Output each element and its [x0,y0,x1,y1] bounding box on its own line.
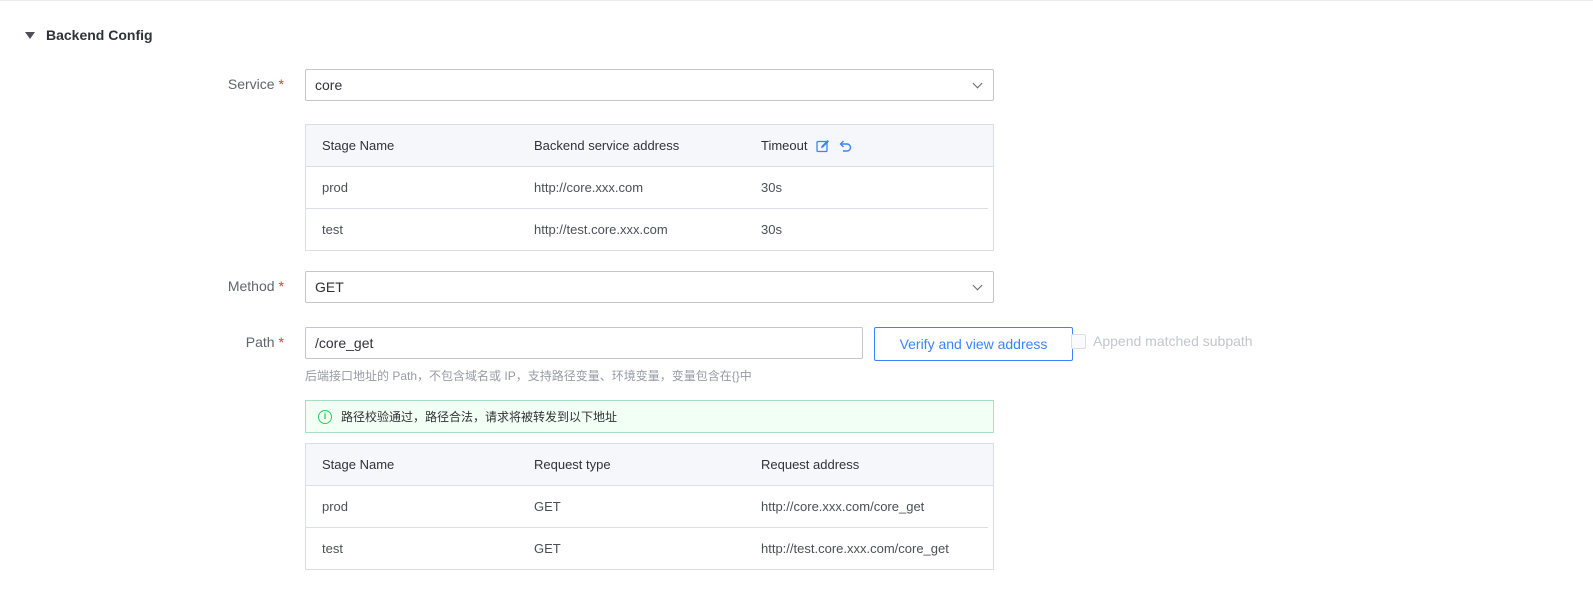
backend-service-table: Stage Name Backend service address Timeo… [305,124,994,251]
section-header[interactable]: Backend Config [25,25,153,45]
alert-message: 路径校验通过，路径合法，请求将被转发到以下地址 [341,410,618,424]
method-select[interactable]: GET [305,271,994,303]
top-divider [0,0,1593,1]
info-circle-icon: i [318,409,332,424]
undo-icon[interactable] [837,138,853,154]
header-stage-name: Stage Name [322,457,395,472]
table-header: Stage Name Backend service address Timeo… [306,125,993,167]
cell-address: http://core.xxx.com [534,180,644,195]
append-subpath-label: Append matched subpath [1093,333,1253,349]
method-label: Method * [228,270,284,302]
cell-stage: test [322,222,343,237]
service-label: Service * [228,68,284,100]
cell-timeout: 30s [761,180,782,195]
path-label: Path * [246,326,284,358]
table-row: test http://test.core.xxx.com 30s [306,209,993,250]
path-label-text: Path [245,334,275,350]
header-backend-address: Backend service address [534,138,680,153]
header-timeout-label: Timeout [761,138,808,153]
cell-stage: test [322,541,343,556]
path-input[interactable] [305,327,863,359]
header-stage-name: Stage Name [322,138,395,153]
append-subpath-checkbox[interactable]: Append matched subpath [1071,333,1253,349]
header-request-type: Request type [534,457,611,472]
header-request-address: Request address [761,457,860,472]
chevron-down-icon [972,280,983,290]
service-select-value: core [315,77,343,93]
required-mark: * [278,76,284,92]
cell-type: GET [534,541,561,556]
chevron-down-icon [972,78,983,88]
service-select[interactable]: core [305,69,994,101]
method-select-value: GET [315,279,344,295]
table-row: prod http://core.xxx.com 30s [306,167,988,209]
verify-address-button[interactable]: Verify and view address [874,327,1073,361]
cell-stage: prod [322,180,349,195]
request-address-table: Stage Name Request type Request address … [305,443,994,570]
path-input-field[interactable] [306,328,862,358]
service-label-text: Service [227,76,275,92]
checkbox-box[interactable] [1071,333,1086,349]
table-row: prod GET http://core.xxx.com/core_get [306,486,988,528]
success-alert: i 路径校验通过，路径合法，请求将被转发到以下地址 [305,400,994,433]
cell-address: http://test.core.xxx.com/core_get [761,541,949,556]
cell-timeout: 30s [761,222,782,237]
table-row: test GET http://test.core.xxx.com/core_g… [306,528,993,569]
edit-icon[interactable] [815,138,831,154]
cell-address: http://test.core.xxx.com [534,222,668,237]
required-mark: * [278,334,284,350]
required-mark: * [278,278,284,294]
caret-down-icon[interactable] [25,32,35,39]
table-header: Stage Name Request type Request address [306,444,993,486]
method-label-text: Method [227,278,275,294]
path-hint: 后端接口地址的 Path，不包含域名或 IP，支持路径变量、环境变量，变量包含在… [305,369,752,383]
cell-type: GET [534,499,561,514]
section-title: Backend Config [46,27,153,43]
header-timeout: Timeout [761,138,993,154]
cell-address: http://core.xxx.com/core_get [761,499,925,514]
cell-stage: prod [322,499,349,514]
